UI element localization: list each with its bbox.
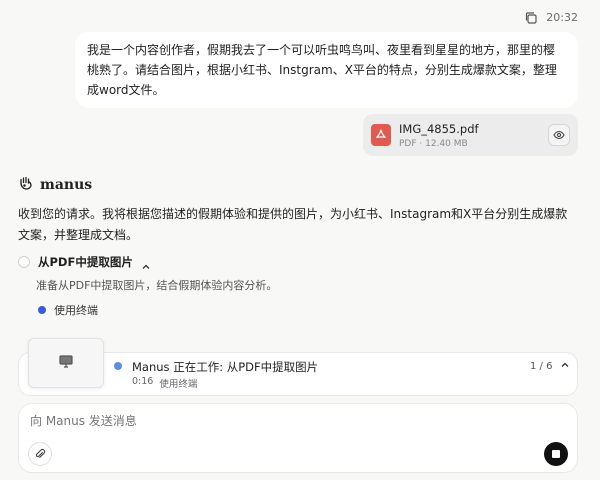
user-message-bubble: 我是一个内容创作者，假期我去了一个可以听虫鸣鸟叫、夜里看到星星的地方，那里的樱桃… [75,32,578,108]
tool-status-dot [38,306,46,314]
working-elapsed: 0:16 [132,376,154,387]
message-meta: 20:32 [524,10,578,24]
message-input[interactable] [30,410,530,432]
copy-icon[interactable] [524,10,538,24]
working-page-count: 1 / 6 [530,361,553,372]
assistant-reply: 收到您的请求。我将根据您描述的假期体验和提供的图片，为小红书、Instagram… [18,207,568,242]
tool-label: 使用终端 [54,304,98,317]
stop-button[interactable] [544,442,568,466]
stop-icon [552,450,560,458]
paperclip-icon [34,445,46,464]
task-step[interactable]: 从PDF中提取图片 [18,254,151,270]
step-title: 从PDF中提取图片 [38,255,133,269]
assistant-name: manus [40,177,93,193]
step-status-circle [18,256,30,268]
preview-button[interactable] [548,124,570,146]
manus-logo-icon [18,175,34,195]
working-title: Manus 正在工作: 从PDF中提取图片 [132,360,319,374]
attachment-name: IMG_4855.pdf [399,121,479,136]
step-description: 准备从PDF中提取图片，结合假期体验内容分析。 [36,279,278,292]
computer-preview-thumbnail[interactable] [28,338,104,388]
chevron-up-icon[interactable] [141,257,151,269]
working-pager[interactable]: 1 / 6 [530,360,570,373]
working-tool: 使用终端 [159,379,198,390]
working-indicator-dot [114,362,122,370]
chevron-up-icon[interactable] [560,360,570,373]
message-time: 20:32 [546,10,578,24]
attach-button[interactable] [28,442,52,466]
pdf-icon [371,124,391,146]
working-subtitle: 0:16 使用终端 [132,376,197,390]
attachment-card[interactable]: IMG_4855.pdf PDF · 12.40 MB [363,114,578,156]
tool-usage[interactable]: 使用终端 [38,302,98,318]
attachment-meta: PDF · 12.40 MB [399,138,468,149]
monitor-icon [58,353,74,373]
eye-icon [553,126,565,145]
assistant-brand: manus [18,175,92,195]
